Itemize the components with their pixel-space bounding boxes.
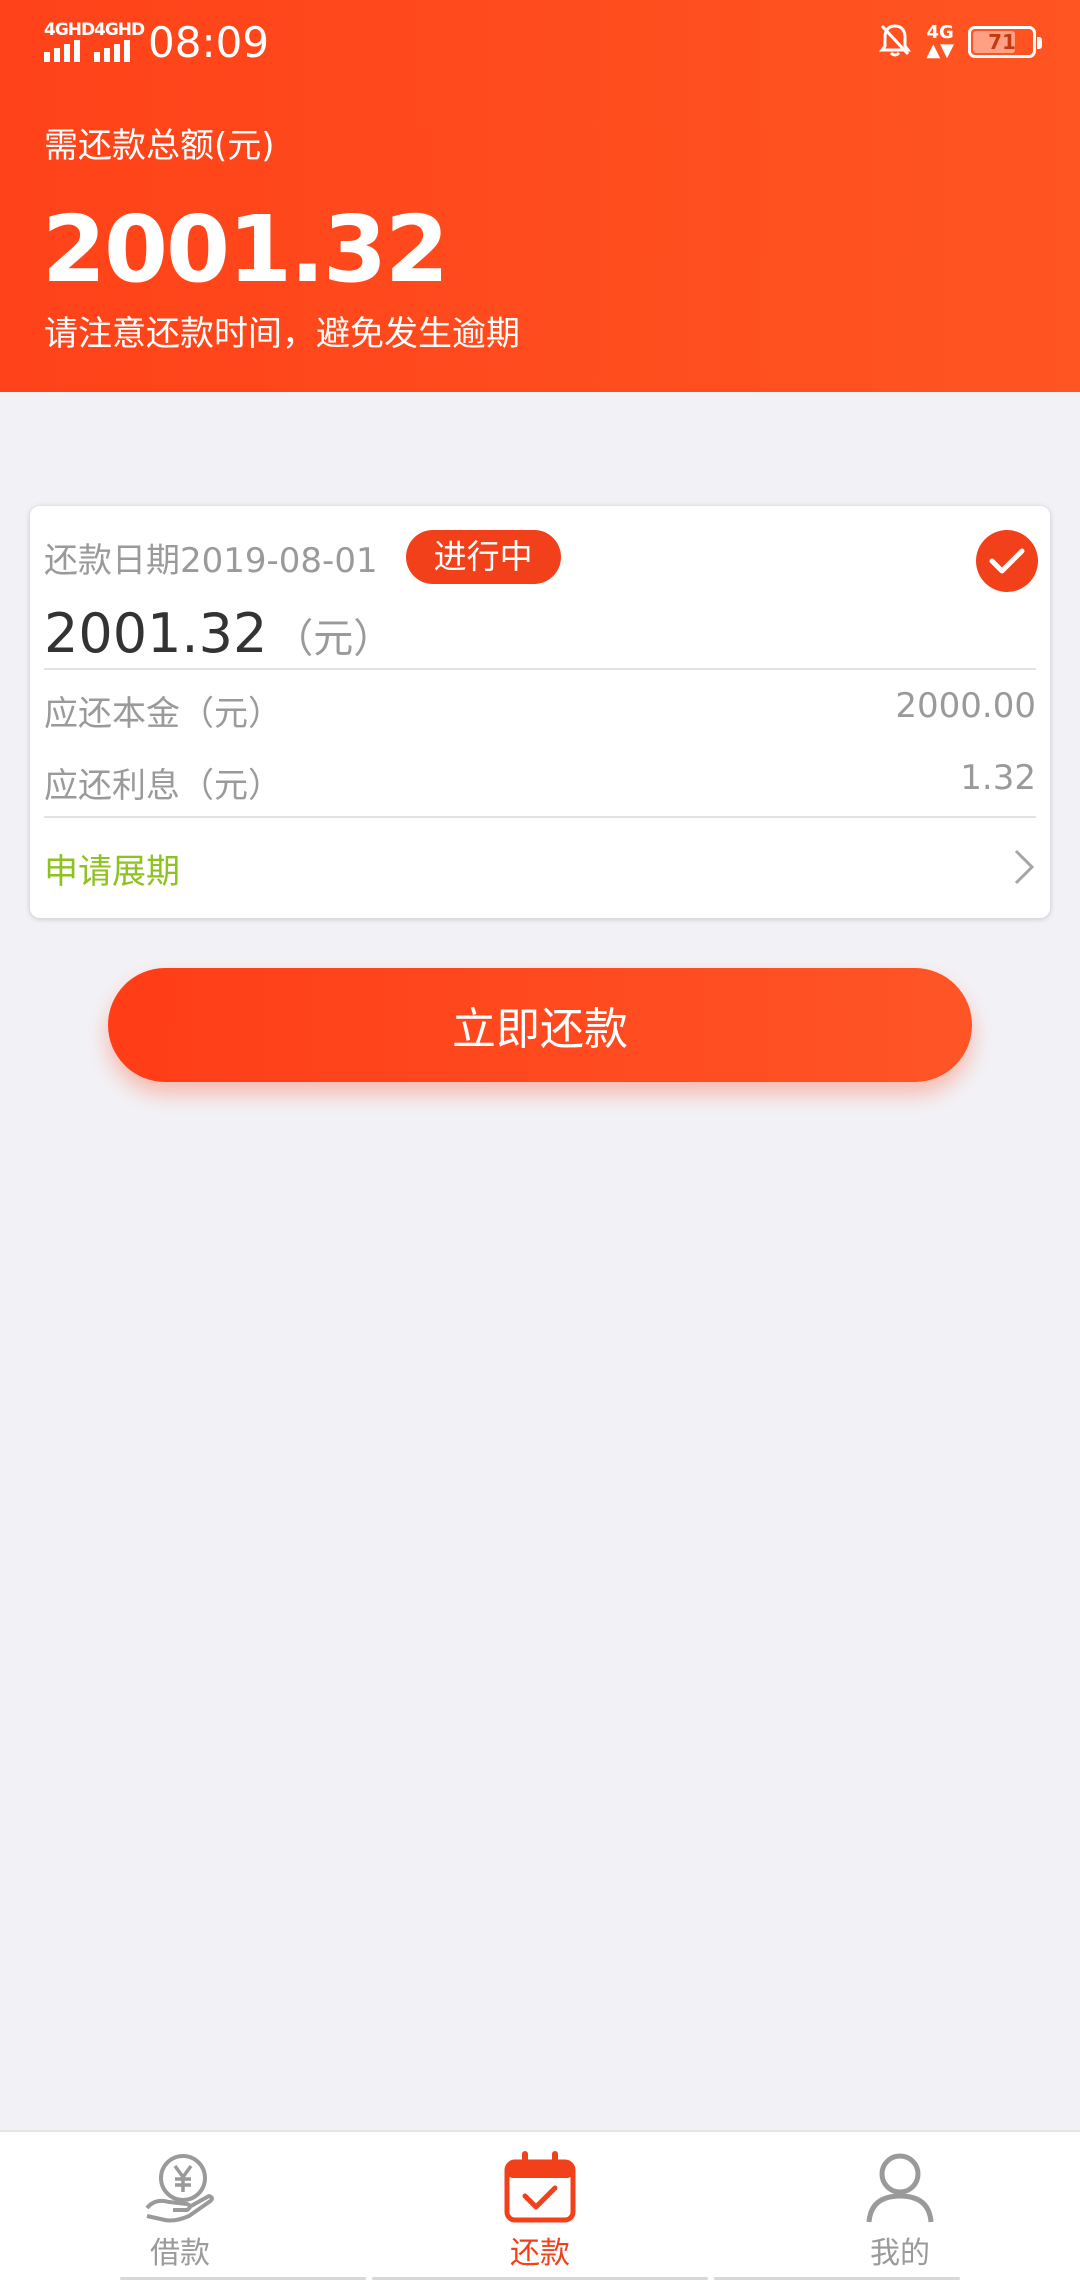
check-icon[interactable] [976, 530, 1038, 592]
network-label: 4G [926, 22, 954, 43]
person-icon [866, 2153, 934, 2223]
battery-level: 71 [988, 30, 1016, 54]
chevron-right-icon [1012, 847, 1036, 891]
card-amount-unit: （元） [273, 616, 394, 662]
due-date: 还款日期2019-08-01 [44, 540, 378, 581]
mute-bell-icon [878, 22, 912, 62]
repay-now-button[interactable]: 立即还款 [108, 968, 972, 1082]
signal-label-1: 4GHD [44, 20, 95, 40]
tab-repay-label: 还款 [510, 2236, 570, 2271]
principal-label: 应还本金（元） [44, 694, 282, 734]
clock: 08:09 [148, 17, 270, 67]
gesture-bar [0, 2274, 1080, 2280]
total-due-amount: 2001.32 [42, 196, 449, 303]
tab-me-label: 我的 [870, 2236, 930, 2271]
header: 4GHD 4GHD 08:09 4G ▲▼ 71 需还款总额(元) 2001.3… [0, 0, 1080, 392]
signal-label-2: 4GHD [94, 20, 145, 40]
tab-me[interactable]: 我的 [800, 2150, 1000, 2272]
repayment-screen: 4GHD 4GHD 08:09 4G ▲▼ 71 需还款总额(元) 2001.3… [0, 0, 1080, 2280]
apply-extension-row[interactable]: 申请展期 [44, 844, 1036, 893]
apply-extension-label: 申请展期 [44, 852, 180, 892]
principal-value: 2000.00 [895, 686, 1036, 726]
network-indicator: 4G ▲▼ [926, 22, 954, 61]
divider [44, 668, 1036, 670]
divider [44, 816, 1036, 818]
principal-row: 应还本金（元） 2000.00 [44, 686, 1036, 735]
signal-icon-1: 4GHD [44, 20, 95, 62]
card-amount: 2001.32 （元） [44, 602, 393, 665]
tab-repay[interactable]: 还款 [440, 2150, 640, 2272]
card-amount-value: 2001.32 [44, 602, 268, 665]
total-due-label: 需还款总额(元) [44, 126, 275, 166]
tab-loan[interactable]: 借款 [80, 2150, 280, 2272]
loan-hand-yuan-icon [145, 2154, 214, 2223]
interest-value: 1.32 [960, 758, 1036, 798]
due-reminder-text: 请注意还款时间，避免发生逾期 [44, 314, 520, 354]
status-bar: 4GHD 4GHD 08:09 4G ▲▼ 71 [0, 0, 1080, 84]
calendar-check-icon [504, 2151, 576, 2223]
battery-icon: 71 [968, 26, 1042, 58]
signal-icon-2: 4GHD [94, 20, 145, 62]
bottom-tab-bar: 借款 还款 我的 [0, 2130, 1080, 2280]
tab-loan-label: 借款 [150, 2236, 210, 2271]
status-badge: 进行中 [405, 530, 561, 584]
repayment-card: 还款日期2019-08-01 进行中 2001.32 （元） 应还本金（元） 2… [30, 506, 1050, 918]
interest-label: 应还利息（元） [44, 766, 282, 806]
interest-row: 应还利息（元） 1.32 [44, 758, 1036, 807]
